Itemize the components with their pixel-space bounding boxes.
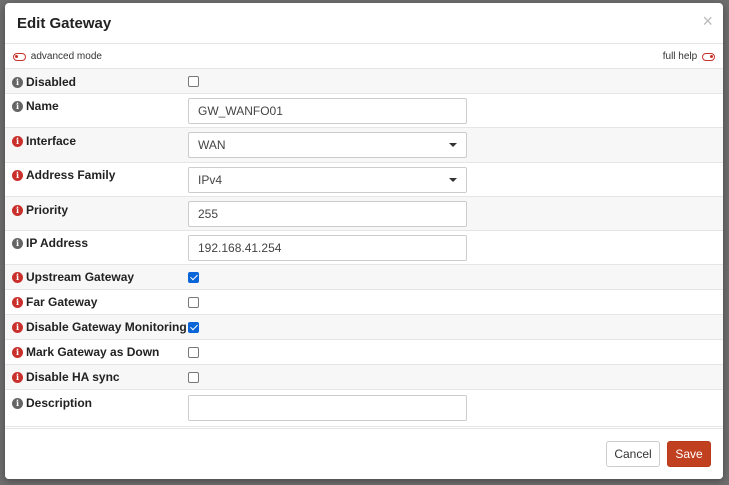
row-ip-address: i IP Address 192.168.41.254 xyxy=(5,231,723,265)
disable-monitoring-checkbox[interactable] xyxy=(188,322,199,333)
mark-down-checkbox[interactable] xyxy=(188,347,199,358)
close-button[interactable]: × xyxy=(702,12,713,30)
info-icon[interactable]: i xyxy=(12,169,23,181)
disabled-label: Disabled xyxy=(26,75,77,89)
row-far-gateway: i Far Gateway xyxy=(5,290,723,315)
advanced-mode-toggle[interactable]: advanced mode xyxy=(13,51,102,62)
disable-ha-sync-label: Disable HA sync xyxy=(26,370,120,384)
info-icon[interactable]: i xyxy=(12,346,23,358)
interface-value: WAN xyxy=(198,138,226,152)
info-icon[interactable]: i xyxy=(12,271,23,283)
row-disabled: i Disabled xyxy=(5,69,723,94)
info-icon[interactable]: i xyxy=(12,321,23,333)
row-interface: i Interface WAN xyxy=(5,128,723,163)
disabled-checkbox[interactable] xyxy=(188,76,199,87)
dialog-header: Edit Gateway × xyxy=(5,3,723,44)
info-icon[interactable]: i xyxy=(12,76,23,88)
address-family-label: Address Family xyxy=(26,168,116,182)
name-input[interactable]: GW_WANFO01 xyxy=(188,98,467,124)
ip-address-input[interactable]: 192.168.41.254 xyxy=(188,235,467,261)
far-gateway-checkbox[interactable] xyxy=(188,297,199,308)
dialog-title: Edit Gateway xyxy=(17,15,112,32)
info-icon[interactable]: i xyxy=(12,135,23,147)
upstream-gateway-checkbox[interactable] xyxy=(188,272,199,283)
row-description: i Description xyxy=(5,390,723,427)
address-family-value: IPv4 xyxy=(198,173,223,187)
row-name: i Name GW_WANFO01 xyxy=(5,94,723,128)
priority-input[interactable]: 255 xyxy=(188,201,467,227)
priority-label: Priority xyxy=(26,203,69,217)
info-icon[interactable]: i xyxy=(12,371,23,383)
row-disable-monitoring: i Disable Gateway Monitoring xyxy=(5,315,723,340)
row-priority: i Priority 255 xyxy=(5,197,723,231)
mark-down-label: Mark Gateway as Down xyxy=(26,345,160,359)
address-family-select[interactable]: IPv4 xyxy=(188,167,467,193)
mode-bar: advanced mode full help xyxy=(5,44,723,69)
upstream-gateway-label: Upstream Gateway xyxy=(26,270,135,284)
row-disable-ha-sync: i Disable HA sync xyxy=(5,365,723,390)
advanced-mode-label: advanced mode xyxy=(30,51,102,62)
save-button[interactable]: Save xyxy=(667,441,711,467)
full-help-toggle[interactable]: full help xyxy=(663,51,715,62)
interface-label: Interface xyxy=(26,134,77,148)
ip-address-label: IP Address xyxy=(26,236,89,250)
full-help-label: full help xyxy=(662,51,698,62)
cancel-button[interactable]: Cancel xyxy=(606,441,660,467)
info-icon[interactable]: i xyxy=(12,100,23,112)
interface-select[interactable]: WAN xyxy=(188,132,467,158)
row-address-family: i Address Family IPv4 xyxy=(5,163,723,197)
disable-monitoring-label: Disable Gateway Monitoring xyxy=(26,320,187,334)
name-label: Name xyxy=(26,99,59,113)
disable-ha-sync-checkbox[interactable] xyxy=(188,372,199,383)
info-icon[interactable]: i xyxy=(12,296,23,308)
caret-down-icon xyxy=(449,143,457,147)
description-label: Description xyxy=(26,396,93,410)
toggle-icon xyxy=(702,52,715,61)
info-icon[interactable]: i xyxy=(12,237,23,249)
row-upstream-gateway: i Upstream Gateway xyxy=(5,265,723,290)
info-icon[interactable]: i xyxy=(12,204,23,216)
toggle-off-icon xyxy=(13,52,26,61)
row-mark-down: i Mark Gateway as Down xyxy=(5,340,723,365)
description-input[interactable] xyxy=(188,395,467,421)
dialog-footer: Cancel Save xyxy=(5,428,723,479)
caret-down-icon xyxy=(449,178,457,182)
edit-gateway-dialog: Edit Gateway × advanced mode full help i… xyxy=(5,3,723,479)
info-icon[interactable]: i xyxy=(12,397,23,409)
far-gateway-label: Far Gateway xyxy=(26,295,98,309)
